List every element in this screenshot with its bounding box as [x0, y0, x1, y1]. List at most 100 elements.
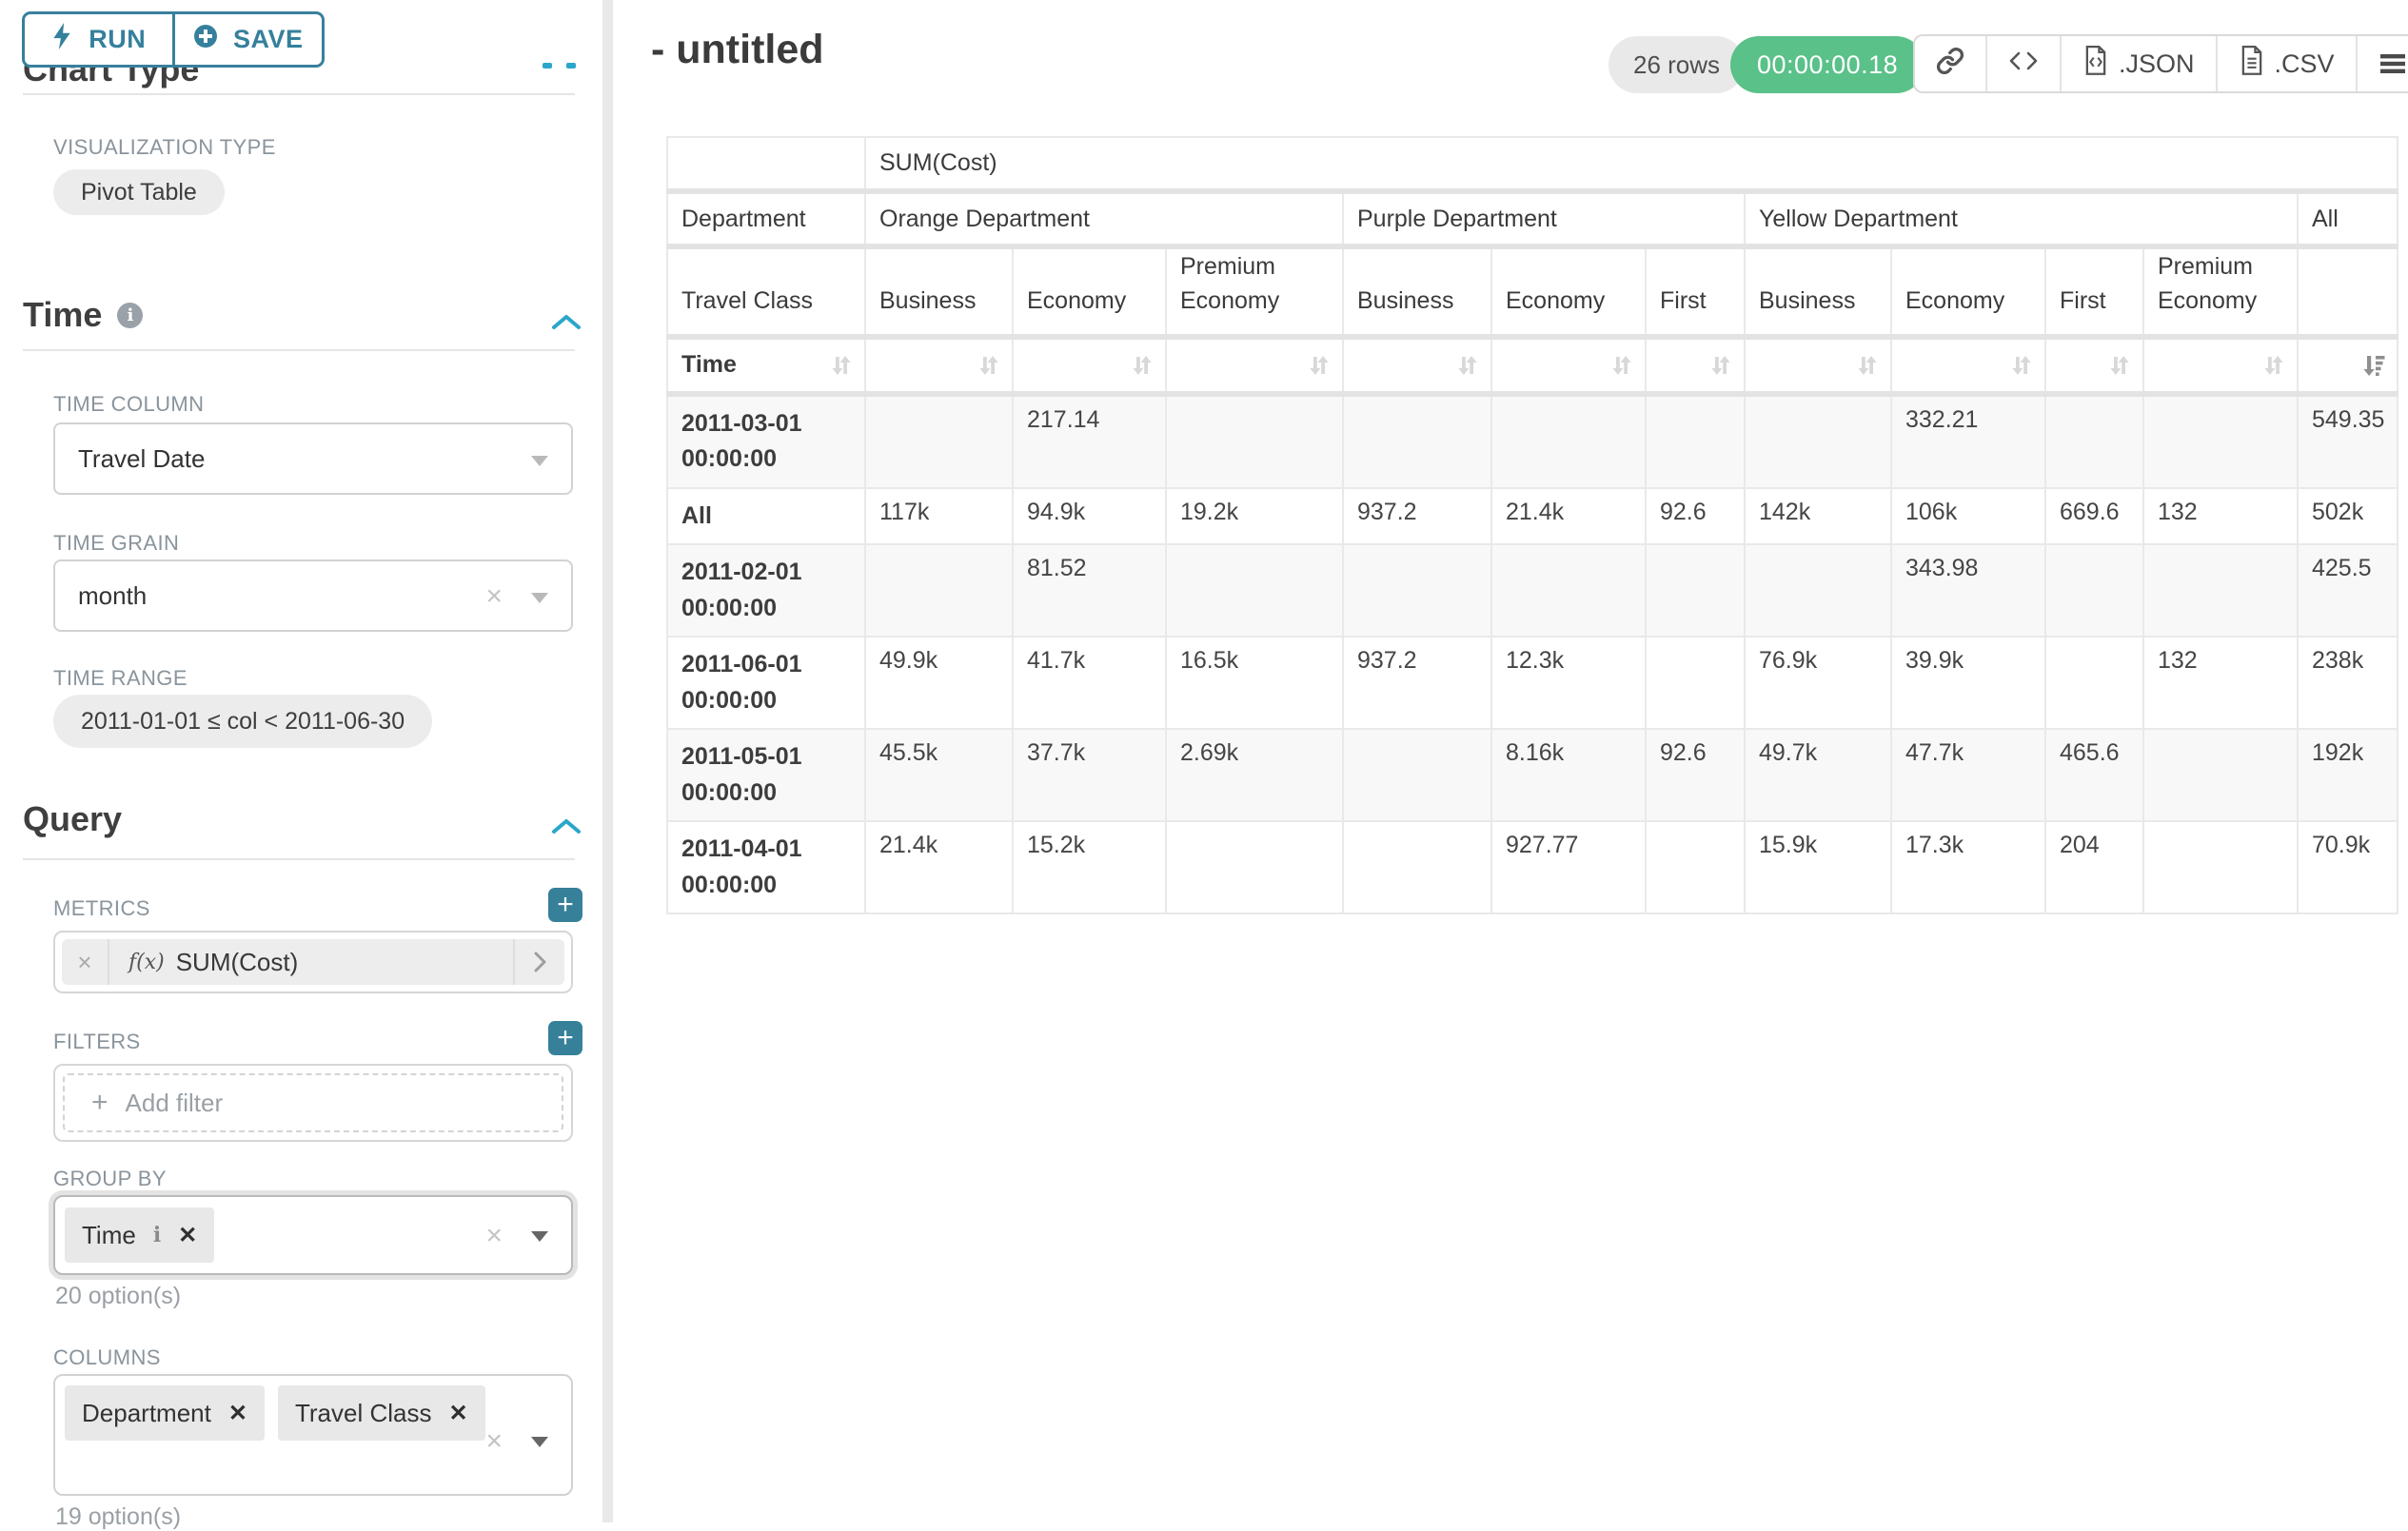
link-icon — [1936, 47, 1964, 82]
chevron-up-icon[interactable] — [550, 816, 582, 837]
pivot-cell: 92.6 — [1646, 488, 1745, 545]
pivot-column-header: Business — [865, 246, 1013, 337]
time-range-pill[interactable]: 2011-01-01 ≤ col < 2011-06-30 — [53, 695, 432, 748]
pivot-cell: 16.5k — [1166, 637, 1343, 729]
pivot-sort-cell[interactable] — [1891, 337, 2045, 394]
pivot-cell: 425.5 — [2298, 544, 2398, 637]
pivot-cell: 17.3k — [1891, 821, 2045, 913]
embed-code-button[interactable] — [1985, 36, 2060, 91]
sort-icon[interactable] — [1454, 352, 1481, 379]
sort-icon[interactable] — [2260, 352, 2287, 379]
time-column-label: TIME COLUMN — [53, 392, 204, 417]
section-divider — [23, 93, 575, 95]
copy-link-button[interactable] — [1915, 36, 1985, 91]
sort-icon[interactable] — [828, 352, 855, 379]
pivot-column-header: Business — [1343, 246, 1491, 337]
pivot-sort-cell[interactable] — [2298, 337, 2398, 394]
remove-tag-icon[interactable]: ✕ — [228, 1400, 247, 1427]
pivot-cell: 21.4k — [865, 821, 1013, 913]
sort-icon[interactable] — [1306, 352, 1332, 379]
pivot-column-header: Business — [1745, 246, 1891, 337]
plus-circle-icon — [193, 24, 218, 55]
add-metric-button[interactable]: + — [548, 888, 582, 922]
pivot-table-container: SUM(Cost)DepartmentOrange DepartmentPurp… — [666, 136, 2398, 914]
panel-drag-handle[interactable] — [543, 63, 576, 69]
selected-value-tag[interactable]: Department✕ — [65, 1385, 265, 1441]
add-filter-button[interactable]: + Add filter — [63, 1073, 563, 1132]
pivot-sort-cell[interactable] — [1646, 337, 1745, 394]
sort-icon[interactable] — [1707, 352, 1734, 379]
pivot-cell: 332.21 — [1891, 394, 2045, 488]
pivot-cell — [1646, 821, 1745, 913]
clear-icon[interactable]: × — [485, 1222, 503, 1250]
export-csv-button[interactable]: .CSV — [2216, 36, 2356, 91]
pivot-sort-cell[interactable] — [1343, 337, 1491, 394]
time-column-select[interactable]: Travel Date — [53, 422, 573, 495]
pivot-cell: 217.14 — [1013, 394, 1166, 488]
pivot-sort-cell[interactable] — [2045, 337, 2143, 394]
pivot-cell: 204 — [2045, 821, 2143, 913]
pivot-cell: 21.4k — [1491, 488, 1646, 545]
pivot-cell — [1343, 729, 1491, 821]
chevron-right-icon[interactable] — [513, 939, 564, 985]
run-save-button-group: RUN SAVE — [22, 11, 325, 68]
pivot-sort-cell[interactable]: Time — [667, 337, 865, 394]
pivot-sort-cell[interactable] — [1491, 337, 1646, 394]
pivot-cell — [1745, 544, 1891, 637]
pivot-cell — [865, 394, 1013, 488]
run-button[interactable]: RUN — [25, 14, 172, 65]
metric-item[interactable]: × f(x) SUM(Cost) — [62, 939, 564, 985]
selected-value-tag[interactable]: Timei✕ — [65, 1207, 214, 1263]
clear-icon[interactable]: × — [485, 582, 503, 611]
pivot-column-header: Economy — [1491, 246, 1646, 337]
remove-tag-icon[interactable]: ✕ — [448, 1400, 467, 1427]
tag-label: Travel Class — [295, 1399, 432, 1428]
section-divider — [23, 349, 575, 351]
selected-value-tag[interactable]: Travel Class ✕ — [278, 1385, 485, 1441]
info-icon: i — [153, 1223, 161, 1247]
pivot-cell: 927.77 — [1491, 821, 1646, 913]
pivot-sort-cell[interactable] — [2143, 337, 2298, 394]
sort-icon[interactable] — [1609, 352, 1635, 379]
pivot-sort-cell[interactable] — [1166, 337, 1343, 394]
remove-tag-icon[interactable]: ✕ — [178, 1222, 197, 1249]
add-filter-plus-button[interactable]: + — [548, 1021, 582, 1055]
viz-type-pill[interactable]: Pivot Table — [53, 169, 225, 215]
pivot-cell: 8.16k — [1491, 729, 1646, 821]
pivot-row: All117k94.9k19.2k937.221.4k92.6142k106k6… — [667, 488, 2398, 545]
pivot-cell — [1343, 821, 1491, 913]
sort-icon[interactable] — [1129, 352, 1155, 379]
sort-icon[interactable] — [2106, 352, 2133, 379]
pivot-sort-cell[interactable] — [1013, 337, 1166, 394]
remove-metric-icon[interactable]: × — [62, 939, 109, 985]
pivot-cell: 549.35 — [2298, 394, 2398, 488]
pivot-column-group-header: Purple Department — [1343, 191, 1745, 246]
menu-icon[interactable] — [2356, 36, 2408, 91]
chart-title: - untitled — [651, 27, 824, 73]
panel-splitter[interactable] — [602, 0, 613, 1522]
file-code-icon — [2082, 46, 2109, 83]
sort-icon[interactable] — [1854, 352, 1881, 379]
pivot-cell: 117k — [865, 488, 1013, 545]
pivot-row-label: All — [667, 488, 865, 545]
plus-icon: + — [91, 1087, 109, 1119]
pivot-column-header — [2298, 246, 2398, 337]
pivot-cell — [2045, 637, 2143, 729]
sort-icon[interactable] — [976, 352, 1002, 379]
time-grain-select[interactable]: month × — [53, 559, 573, 632]
pivot-row: 2011-02-01 00:00:0081.52343.98425.5 — [667, 544, 2398, 637]
info-icon[interactable]: i — [117, 303, 143, 328]
sort-icon[interactable] — [2008, 352, 2035, 379]
pivot-sort-cell[interactable] — [1745, 337, 1891, 394]
pivot-cell — [1166, 394, 1343, 488]
pivot-column-header: Premium Economy — [2143, 246, 2298, 337]
save-button[interactable]: SAVE — [172, 14, 323, 65]
group-by-select[interactable]: Timei✕ × — [53, 1195, 573, 1275]
clear-icon[interactable]: × — [485, 1427, 503, 1456]
sort-descending-icon[interactable] — [2360, 352, 2387, 379]
export-json-button[interactable]: .JSON — [2060, 36, 2216, 91]
pivot-cell — [1646, 637, 1745, 729]
columns-select[interactable]: Department✕ Travel Class ✕ × — [53, 1374, 573, 1496]
chevron-up-icon[interactable] — [550, 312, 582, 333]
pivot-sort-cell[interactable] — [865, 337, 1013, 394]
